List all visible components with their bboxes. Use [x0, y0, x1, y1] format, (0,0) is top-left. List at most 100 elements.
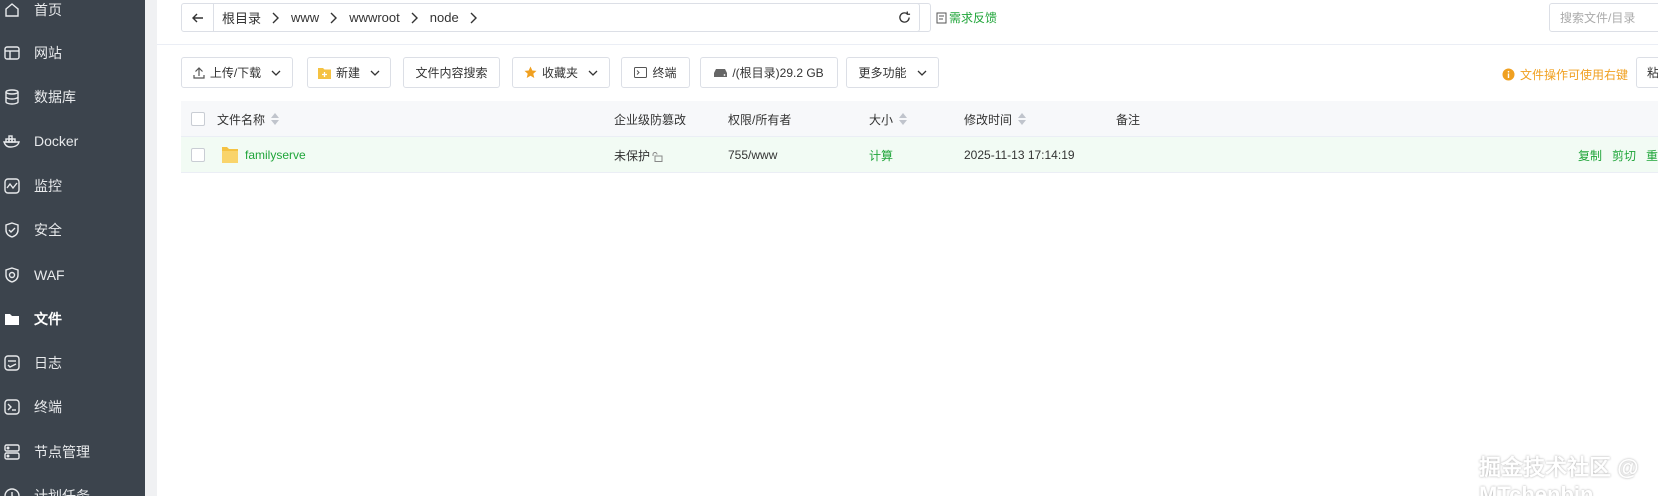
- rename-link[interactable]: 重: [1646, 147, 1658, 164]
- sidebar-item-label: 网站: [34, 45, 62, 61]
- select-all-checkbox[interactable]: [191, 112, 205, 126]
- row-operations: 复制 剪切 重: [1578, 137, 1658, 173]
- column-mtime-label: 修改时间: [964, 112, 1013, 127]
- divider: [157, 44, 1658, 45]
- disk-button[interactable]: /(根目录)29.2 GB: [700, 57, 838, 88]
- permission-cell[interactable]: 755/www: [728, 137, 777, 173]
- feedback-label: 需求反馈: [949, 11, 998, 25]
- more-functions-button[interactable]: 更多功能: [846, 57, 939, 88]
- sidebar-item-label: 计划任务: [34, 488, 90, 496]
- column-mtime[interactable]: 修改时间: [964, 101, 1027, 137]
- chevron-down-icon: [370, 70, 380, 76]
- back-button[interactable]: [182, 4, 214, 31]
- sidebar-item-label: 节点管理: [34, 444, 90, 460]
- sidebar-item-label: 日志: [34, 355, 62, 371]
- sidebar-item-monitor[interactable]: 监控: [0, 164, 145, 208]
- breadcrumb-root[interactable]: 根目录: [222, 8, 261, 27]
- sidebar-item-security[interactable]: 安全: [0, 208, 145, 252]
- sort-icon: [1018, 113, 1027, 125]
- search-input[interactable]: [1549, 3, 1658, 32]
- paste-label: 粘: [1647, 66, 1658, 80]
- home-icon: [2, 0, 22, 20]
- refresh-button[interactable]: [890, 3, 920, 32]
- breadcrumb-wwwroot[interactable]: wwwroot: [349, 10, 400, 25]
- sidebar-item-waf[interactable]: WAF: [0, 253, 145, 297]
- right-click-hint: 文件操作可使用右键: [1502, 66, 1628, 83]
- cut-link[interactable]: 剪切: [1612, 147, 1636, 164]
- file-manager: 根目录 www wwwroot node 需求反馈 上传/下载 新建 文件内: [157, 0, 1658, 496]
- column-name-label: 文件名称: [217, 112, 266, 127]
- paste-button[interactable]: 粘: [1636, 57, 1658, 88]
- sidebar-item-label: 首页: [34, 2, 62, 18]
- content-search-button[interactable]: 文件内容搜索: [403, 57, 500, 88]
- upload-download-label: 上传/下载: [209, 66, 262, 80]
- column-protect: 企业级防篡改: [614, 101, 686, 137]
- chevron-right-icon: [329, 12, 338, 24]
- terminal-icon: [634, 67, 648, 78]
- sidebar-item-label: 文件: [34, 311, 62, 327]
- info-icon: [1502, 68, 1515, 81]
- sidebar-item-files[interactable]: 文件: [0, 297, 145, 341]
- monitor-icon: [2, 176, 22, 196]
- chevron-right-icon: [271, 12, 280, 24]
- docker-icon: [2, 131, 22, 151]
- copy-link[interactable]: 复制: [1578, 147, 1602, 164]
- sidebar-item-label: 安全: [34, 222, 62, 238]
- size-cell[interactable]: 计算: [869, 137, 893, 173]
- terminal-icon: [2, 397, 22, 417]
- breadcrumb-www[interactable]: www: [291, 10, 319, 25]
- permission-value: 755/www: [728, 148, 778, 162]
- new-button[interactable]: 新建: [307, 57, 391, 88]
- disk-label: /(根目录)29.2 GB: [732, 66, 824, 80]
- sidebar-item-docker[interactable]: Docker: [0, 119, 145, 163]
- favorites-button[interactable]: 收藏夹: [512, 57, 610, 88]
- breadcrumb: 根目录 www wwwroot node: [214, 8, 489, 27]
- path-bar[interactable]: 根目录 www wwwroot node: [181, 3, 931, 32]
- sidebar-item-schedule[interactable]: 计划任务: [0, 474, 145, 496]
- new-folder-icon: [317, 67, 331, 79]
- mtime-value: 2025-11-13 17:14:19: [964, 148, 1075, 162]
- sidebar-item-logs[interactable]: 日志: [0, 341, 145, 385]
- upload-download-button[interactable]: 上传/下载: [181, 57, 293, 88]
- folder-icon: [2, 309, 22, 329]
- sidebar-item-terminal[interactable]: 终端: [0, 385, 145, 429]
- sidebar-item-home[interactable]: 首页: [0, 0, 145, 32]
- chevron-down-icon: [588, 70, 598, 76]
- column-remark-label: 备注: [1116, 112, 1141, 127]
- column-permission: 权限/所有者: [728, 101, 791, 137]
- chevron-right-icon: [410, 12, 418, 24]
- unlock-icon: [652, 152, 663, 162]
- upload-icon: [193, 66, 205, 79]
- sidebar-item-label: Docker: [34, 133, 79, 149]
- feedback-link[interactable]: 需求反馈: [936, 9, 997, 26]
- column-permission-label: 权限/所有者: [728, 112, 792, 127]
- column-size[interactable]: 大小: [869, 101, 908, 137]
- sort-icon: [271, 113, 280, 125]
- table-row[interactable]: familyserve 未保护 755/www 计算 2025-11-13 17…: [181, 137, 1658, 173]
- sidebar-item-label: 终端: [34, 399, 62, 415]
- protect-cell[interactable]: 未保护: [614, 137, 663, 173]
- favorites-label: 收藏夹: [541, 66, 578, 80]
- disk-icon: [714, 69, 728, 77]
- column-protect-label: 企业级防篡改: [614, 112, 687, 127]
- column-name[interactable]: 文件名称: [217, 101, 280, 137]
- terminal-button[interactable]: 终端: [621, 57, 690, 88]
- database-icon: [2, 87, 22, 107]
- file-table-header: 文件名称 企业级防篡改 权限/所有者 大小 修改时间 备注: [181, 101, 1658, 137]
- shield-icon: [2, 220, 22, 240]
- chevron-right-icon[interactable]: [469, 12, 477, 24]
- calculate-size-link[interactable]: 计算: [869, 147, 893, 164]
- node-icon: [2, 442, 22, 462]
- sidebar-item-nodes[interactable]: 节点管理: [0, 430, 145, 474]
- sort-icon: [899, 113, 908, 125]
- feedback-icon: [936, 12, 947, 23]
- sidebar-item-website[interactable]: 网站: [0, 31, 145, 75]
- file-name[interactable]: familyserve: [245, 148, 306, 162]
- sidebar-item-database[interactable]: 数据库: [0, 75, 145, 119]
- file-name-cell[interactable]: familyserve: [221, 137, 306, 173]
- website-icon: [2, 43, 22, 63]
- sidebar-item-label: 数据库: [34, 89, 76, 105]
- row-checkbox[interactable]: [191, 148, 205, 162]
- breadcrumb-node[interactable]: node: [430, 10, 459, 25]
- watermark: 掘金技术社区 @ MTchenbin: [1479, 455, 1639, 496]
